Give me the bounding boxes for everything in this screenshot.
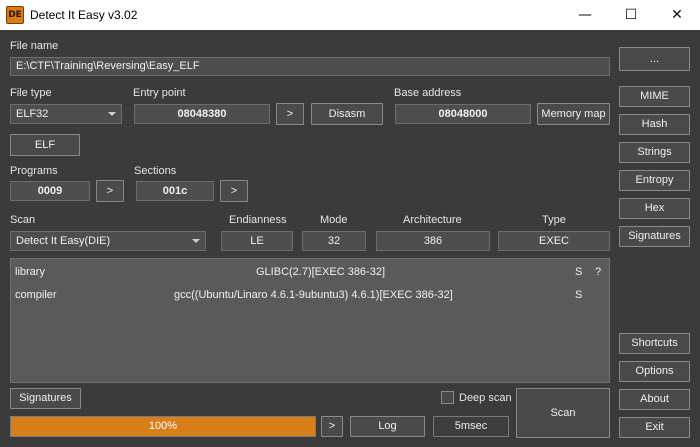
endianness-label: Endianness <box>229 214 287 226</box>
disasm-button[interactable]: Disasm <box>311 103 383 125</box>
base-address-field[interactable]: 08048000 <box>395 104 531 124</box>
architecture-field: 386 <box>376 231 490 251</box>
shortcuts-button[interactable]: Shortcuts <box>619 333 690 354</box>
app-logo-icon: DE <box>6 6 24 24</box>
hash-button[interactable]: Hash <box>619 114 690 135</box>
chevron-down-icon <box>108 112 116 116</box>
result-s-flag[interactable]: S <box>575 289 582 301</box>
minimize-button[interactable]: — <box>562 0 608 30</box>
scan-progress-bar: 100% <box>10 416 316 437</box>
scan-label: Scan <box>10 214 36 226</box>
file-type-select[interactable]: ELF32 <box>10 104 122 124</box>
entropy-button[interactable]: Entropy <box>619 170 690 191</box>
mode-field: 32 <box>302 231 366 251</box>
base-address-label: Base address <box>394 87 462 99</box>
elf-button[interactable]: ELF <box>10 134 80 156</box>
progress-go-button[interactable]: > <box>321 416 343 437</box>
hex-button[interactable]: Hex <box>619 198 690 219</box>
file-name-input[interactable]: E:\CTF\Training\Reversing\Easy_ELF <box>10 57 610 76</box>
sections-field[interactable]: 001c <box>136 181 214 201</box>
maximize-button[interactable]: ☐ <box>608 0 654 30</box>
sidebar-signatures-button[interactable]: Signatures <box>619 226 690 247</box>
open-file-button[interactable]: ... <box>619 47 690 71</box>
about-button[interactable]: About <box>619 389 690 410</box>
entry-point-field[interactable]: 08048380 <box>134 104 270 124</box>
mime-button[interactable]: MIME <box>619 86 690 107</box>
architecture-label: Architecture <box>403 214 462 226</box>
sections-label: Sections <box>134 165 177 177</box>
result-name: GLIBC(2.7)[EXEC 386-32] <box>256 266 386 278</box>
file-type-label: File type <box>10 87 52 99</box>
mode-label: Mode <box>320 214 348 226</box>
result-row[interactable]: library GLIBC(2.7)[EXEC 386-32] S ? <box>11 263 609 283</box>
scan-time-label: 5msec <box>433 416 509 437</box>
result-name: gcc((Ubuntu/Linaro 4.6.1-9ubuntu3) 4.6.1… <box>174 289 453 301</box>
window-title: Detect It Easy v3.02 <box>30 8 138 22</box>
result-type: library <box>15 266 45 278</box>
deep-scan-checkbox[interactable] <box>441 391 454 404</box>
type-label: Type <box>542 214 566 226</box>
result-info-icon[interactable]: ? <box>595 266 601 278</box>
file-name-label: File name <box>10 40 59 52</box>
entry-point-label: Entry point <box>133 87 186 99</box>
type-field: EXEC <box>498 231 610 251</box>
progress-text: 100% <box>148 420 178 432</box>
exit-button[interactable]: Exit <box>619 417 690 438</box>
programs-go-button[interactable]: > <box>96 180 124 202</box>
scan-engine-value: Detect It Easy(DIE) <box>16 235 111 247</box>
scan-engine-select[interactable]: Detect It Easy(DIE) <box>10 231 206 251</box>
options-button[interactable]: Options <box>619 361 690 382</box>
scan-results-list[interactable]: library GLIBC(2.7)[EXEC 386-32] S ? comp… <box>10 258 610 383</box>
log-button[interactable]: Log <box>350 416 425 437</box>
endianness-field: LE <box>221 231 293 251</box>
result-type: compiler <box>15 289 57 301</box>
signatures-button[interactable]: Signatures <box>10 388 81 409</box>
result-row[interactable]: compiler gcc((Ubuntu/Linaro 4.6.1-9ubunt… <box>11 286 609 306</box>
chevron-down-icon <box>192 239 200 243</box>
entry-point-go-button[interactable]: > <box>276 103 304 125</box>
sections-go-button[interactable]: > <box>220 180 248 202</box>
result-s-flag[interactable]: S <box>575 266 582 278</box>
deep-scan-label: Deep scan <box>459 392 512 404</box>
scan-button[interactable]: Scan <box>516 388 610 438</box>
file-type-value: ELF32 <box>16 108 49 120</box>
title-bar: DE Detect It Easy v3.02 — ☐ ✕ <box>0 0 700 30</box>
strings-button[interactable]: Strings <box>619 142 690 163</box>
memory-map-button[interactable]: Memory map <box>537 103 610 125</box>
programs-label: Programs <box>10 165 58 177</box>
programs-field[interactable]: 0009 <box>10 181 90 201</box>
close-button[interactable]: ✕ <box>654 0 700 30</box>
